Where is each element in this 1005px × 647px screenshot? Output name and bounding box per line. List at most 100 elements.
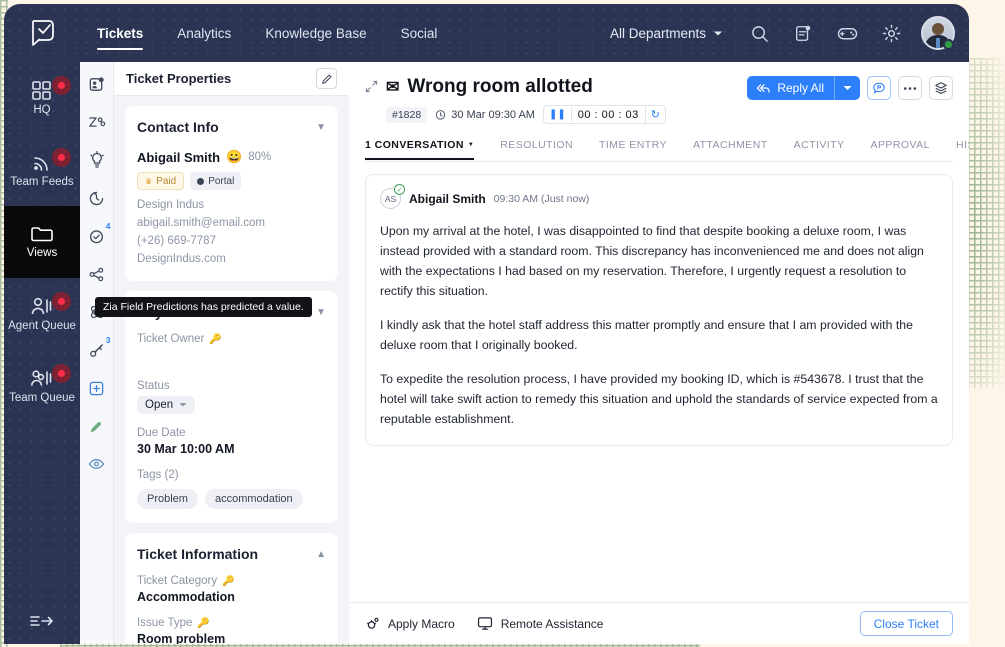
panel-title: Ticket Properties <box>126 71 232 86</box>
pause-icon[interactable]: ❚❚ <box>544 107 572 122</box>
tab-attachment[interactable]: ATTACHMENT <box>680 139 781 159</box>
ticket-owner-value[interactable] <box>137 345 326 367</box>
expand-arrow-icon <box>30 616 53 626</box>
folder-icon <box>31 227 53 242</box>
team-icon <box>31 369 52 386</box>
tab-time-entry[interactable]: TIME ENTRY <box>586 139 680 159</box>
nav-analytics[interactable]: Analytics <box>160 4 248 62</box>
card-title: Ticket Information <box>137 546 259 562</box>
close-ticket-button[interactable]: Close Ticket <box>859 611 953 636</box>
nav-knowledge-base[interactable]: Knowledge Base <box>248 4 383 62</box>
screen: Tickets Analytics Knowledge Base Social … <box>0 0 1005 647</box>
timer-value: 00 : 00 : 03 <box>577 108 639 121</box>
more-horizontal-icon[interactable] <box>898 76 922 100</box>
badge-label: Paid <box>156 175 177 187</box>
avatar-head <box>932 23 944 35</box>
search-icon[interactable] <box>737 13 781 53</box>
sidebar-item-label: HQ <box>33 103 51 116</box>
clock-icon <box>435 110 446 120</box>
chevron-up-icon[interactable]: ▲ <box>316 549 326 560</box>
tasks-check-icon[interactable]: 4 <box>85 221 111 248</box>
contact-email[interactable]: abigail.smith@email.com <box>137 215 326 231</box>
badge-label: Portal <box>208 175 235 187</box>
refresh-icon[interactable]: ↻ <box>644 106 665 123</box>
sidebar-item-label: Views <box>26 247 58 259</box>
notification-dot <box>52 148 71 167</box>
apply-macro-button[interactable]: Apply Macro <box>365 616 455 631</box>
ticket-properties-panel: Ticket Properties Contact Info ▼ Abigail… <box>114 62 349 644</box>
contact-name: Abigail Smith <box>137 149 221 165</box>
sidebar-item-agent-queue[interactable]: Agent Queue <box>4 278 80 350</box>
message-header: AS ✓ Abigail Smith 09:30 AM (Just now) <box>380 184 938 209</box>
history-clock-icon[interactable] <box>85 186 109 210</box>
status-badge-portal: Portal <box>190 172 242 190</box>
decorative-dot-pattern-right <box>968 58 1005 388</box>
message-paragraph: I kindly ask that the hotel staff addres… <box>380 318 913 352</box>
field-label-issue-type: Issue Type 🔑 <box>137 617 326 629</box>
sidebar-item-team-feeds[interactable]: Team Feeds <box>4 134 80 206</box>
tag-item[interactable]: Problem <box>137 489 198 509</box>
remote-assistance-button[interactable]: Remote Assistance <box>477 616 603 631</box>
sidebar-item-team-queue[interactable]: Team Queue <box>4 350 80 422</box>
message-body: Upon my arrival at the hotel, I was disa… <box>380 221 938 429</box>
contact-info-card: Contact Info ▼ Abigail Smith 😀 80% ♛ Pai… <box>125 106 338 281</box>
time-tracker[interactable]: ❚❚ 00 : 00 : 03 ↻ <box>542 105 667 124</box>
gear-icon[interactable] <box>869 13 913 53</box>
tab-activity[interactable]: ACTIVITY <box>781 139 858 159</box>
badge-count: 3 <box>105 335 111 345</box>
collapse-rail-button[interactable] <box>4 612 80 630</box>
chat-bubble-icon[interactable] <box>867 76 891 100</box>
chart-icon[interactable] <box>85 414 109 438</box>
nav-social[interactable]: Social <box>384 4 455 62</box>
chevron-down-icon[interactable]: ▼ <box>316 122 326 133</box>
ticket-category-value: Accommodation <box>137 590 235 604</box>
field-label-ticket-owner: Ticket Owner 🔑 <box>137 333 326 345</box>
sidebar-item-views[interactable]: Views <box>4 206 80 278</box>
reply-all-label-wrap: Reply All <box>747 81 834 95</box>
blueprint-icon[interactable] <box>85 376 109 400</box>
zia-icon[interactable] <box>85 110 109 134</box>
desk-logo[interactable] <box>4 17 80 49</box>
contact-card-icon[interactable] <box>85 72 109 96</box>
primary-nav: Tickets Analytics Knowledge Base Social <box>80 4 454 62</box>
status-select[interactable]: Open <box>137 396 196 414</box>
reply-all-label: Reply All <box>777 81 824 95</box>
dot-icon <box>197 177 205 185</box>
tag-list: Problem accommodation <box>137 489 326 509</box>
contact-phone[interactable]: (+26) 669-7787 <box>137 233 326 249</box>
presence-indicator <box>943 39 954 50</box>
tab-approval[interactable]: APPROVAL <box>858 139 943 159</box>
layers-icon[interactable] <box>929 76 953 100</box>
chevron-down-icon[interactable]: ▼ <box>316 307 326 318</box>
watch-eye-icon[interactable] <box>85 452 109 476</box>
contact-website[interactable]: DesignIndus.com <box>137 251 326 267</box>
tab-label: 1 CONVERSATION <box>365 138 464 151</box>
notification-dot <box>52 76 71 95</box>
message-time: 09:30 AM (Just now) <box>493 192 590 205</box>
tooltip: Zia Field Predictions has predicted a va… <box>95 297 312 317</box>
contact-info-header: Contact Info ▼ <box>137 119 326 135</box>
ticket-id: #1828 <box>386 106 428 123</box>
crown-icon: ♛ <box>145 176 153 186</box>
tab-resolution[interactable]: RESOLUTION <box>487 139 586 159</box>
collapse-arrows-icon[interactable] <box>365 76 378 124</box>
tags-label: Tags (2) <box>137 469 179 481</box>
bulb-icon[interactable] <box>85 148 109 172</box>
message-author: Abigail Smith <box>409 191 486 206</box>
game-controller-icon[interactable] <box>825 13 869 53</box>
department-selector[interactable]: All Departments <box>596 26 737 41</box>
nav-tickets[interactable]: Tickets <box>80 4 160 62</box>
sidebar-item-hq[interactable]: HQ <box>4 62 80 134</box>
reply-all-button[interactable]: Reply All <box>747 76 860 100</box>
tab-conversation[interactable]: 1 CONVERSATION ▼ <box>365 138 487 160</box>
tab-history[interactable]: HISTORY <box>943 139 969 159</box>
reply-all-dropdown[interactable] <box>834 76 860 100</box>
edit-properties-button[interactable] <box>316 68 337 89</box>
tag-item[interactable]: accommodation <box>204 489 303 509</box>
share-icon[interactable] <box>85 262 109 286</box>
sidebar-item-label: Team Queue <box>9 391 75 404</box>
ticket-bottom-bar: Apply Macro Remote Assistance Close Tick… <box>349 602 969 644</box>
top-navigation-bar: Tickets Analytics Knowledge Base Social … <box>4 4 969 62</box>
notes-icon[interactable] <box>781 13 825 53</box>
field-predictions-icon[interactable]: 3 <box>85 335 111 362</box>
